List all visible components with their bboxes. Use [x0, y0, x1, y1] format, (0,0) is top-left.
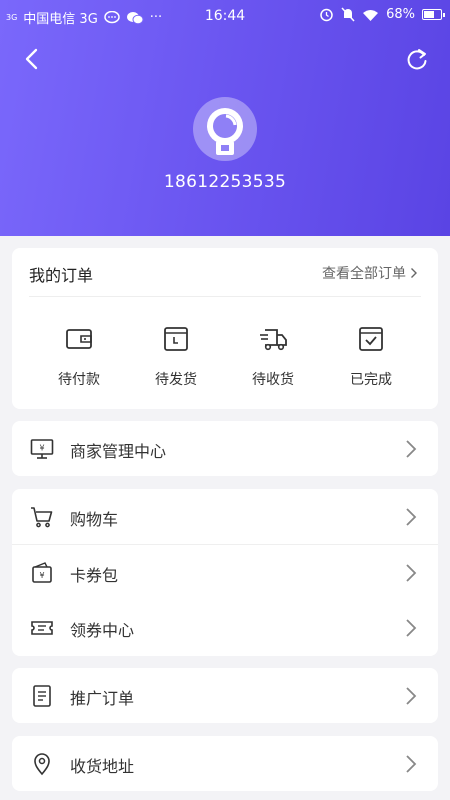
- battery-fill: [424, 11, 435, 18]
- truck-icon: [260, 329, 287, 351]
- clock-box-icon: [164, 327, 188, 351]
- refresh-button[interactable]: [404, 46, 430, 72]
- order-status-label: 待收货: [252, 372, 294, 388]
- menu-item-coupon-center[interactable]: 领券中心: [12, 600, 438, 655]
- order-status-label: 已完成: [350, 372, 392, 388]
- avatar-placeholder-icon: [207, 108, 243, 155]
- mute-icon: [341, 7, 355, 22]
- cart-icon: [31, 507, 53, 528]
- address-card: 收货地址: [12, 736, 438, 791]
- menu-item-promo-orders[interactable]: 推广订单: [12, 668, 438, 723]
- shopping-card: 购物车 ¥ 卡券包 领券中心: [12, 489, 438, 656]
- orders-title: 我的订单: [29, 266, 94, 285]
- svg-text:¥: ¥: [39, 571, 44, 580]
- battery-percent: 68%: [386, 7, 415, 22]
- order-status-label: 待付款: [58, 372, 100, 388]
- menu-item-label: 商家管理中心: [70, 442, 167, 461]
- ticket-icon: [31, 621, 53, 635]
- merchant-card: ¥ 商家管理中心: [12, 421, 438, 476]
- back-arrow-icon: [25, 48, 38, 70]
- promo-card: 推广订单: [12, 668, 438, 723]
- chevron-right-icon: [406, 564, 417, 582]
- alarm-icon: [320, 8, 333, 22]
- chevron-right-icon: [406, 508, 417, 526]
- menu-item-label: 购物车: [70, 510, 119, 529]
- chevron-right-icon: [411, 268, 417, 278]
- view-all-orders-link[interactable]: 查看全部订单: [322, 263, 418, 283]
- monitor-icon: ¥: [30, 439, 54, 459]
- chevron-right-icon: [406, 755, 417, 773]
- order-status-pending-payment[interactable]: 待付款: [34, 324, 124, 394]
- location-pin-icon: [34, 753, 50, 776]
- orders-card: 我的订单 查看全部订单 待付款 待发货 待收货 已完成: [12, 248, 438, 409]
- menu-item-merchant-center[interactable]: ¥ 商家管理中心: [12, 421, 438, 476]
- chevron-right-icon: [406, 687, 417, 705]
- chevron-right-icon: [406, 619, 417, 637]
- avatar[interactable]: [193, 97, 257, 161]
- menu-item-label: 卡券包: [70, 566, 119, 585]
- menu-item-label: 推广订单: [70, 689, 135, 708]
- menu-item-cart[interactable]: 购物车: [12, 489, 438, 544]
- wifi-icon: [363, 9, 379, 21]
- svg-text:¥: ¥: [39, 444, 44, 453]
- divider: [29, 296, 421, 297]
- order-status-completed[interactable]: 已完成: [326, 324, 416, 394]
- user-phone: 18612253535: [163, 172, 287, 192]
- back-button[interactable]: [20, 46, 46, 72]
- document-icon: [33, 685, 51, 707]
- orders-header: 我的订单 查看全部订单: [12, 248, 438, 296]
- order-status-to-receive[interactable]: 待收货: [228, 324, 318, 394]
- check-box-icon: [359, 327, 383, 351]
- order-status-label: 待发货: [155, 372, 197, 388]
- battery-icon: [422, 9, 445, 20]
- status-right: 68%: [319, 7, 445, 22]
- menu-item-coupon-wallet[interactable]: ¥ 卡券包: [12, 545, 438, 600]
- order-status-to-ship[interactable]: 待发货: [131, 324, 221, 394]
- chevron-right-icon: [406, 440, 417, 458]
- refresh-icon: [407, 49, 427, 70]
- wallet-icon: [66, 329, 92, 349]
- menu-item-shipping-address[interactable]: 收货地址: [12, 736, 438, 791]
- status-bar: 3G 中国电信 3G ··· 16:44 68%: [0, 0, 450, 34]
- coupon-wallet-icon: ¥: [32, 562, 52, 583]
- view-all-orders-label: 查看全部订单: [322, 266, 406, 282]
- menu-item-label: 收货地址: [70, 757, 135, 776]
- menu-item-label: 领券中心: [70, 621, 135, 640]
